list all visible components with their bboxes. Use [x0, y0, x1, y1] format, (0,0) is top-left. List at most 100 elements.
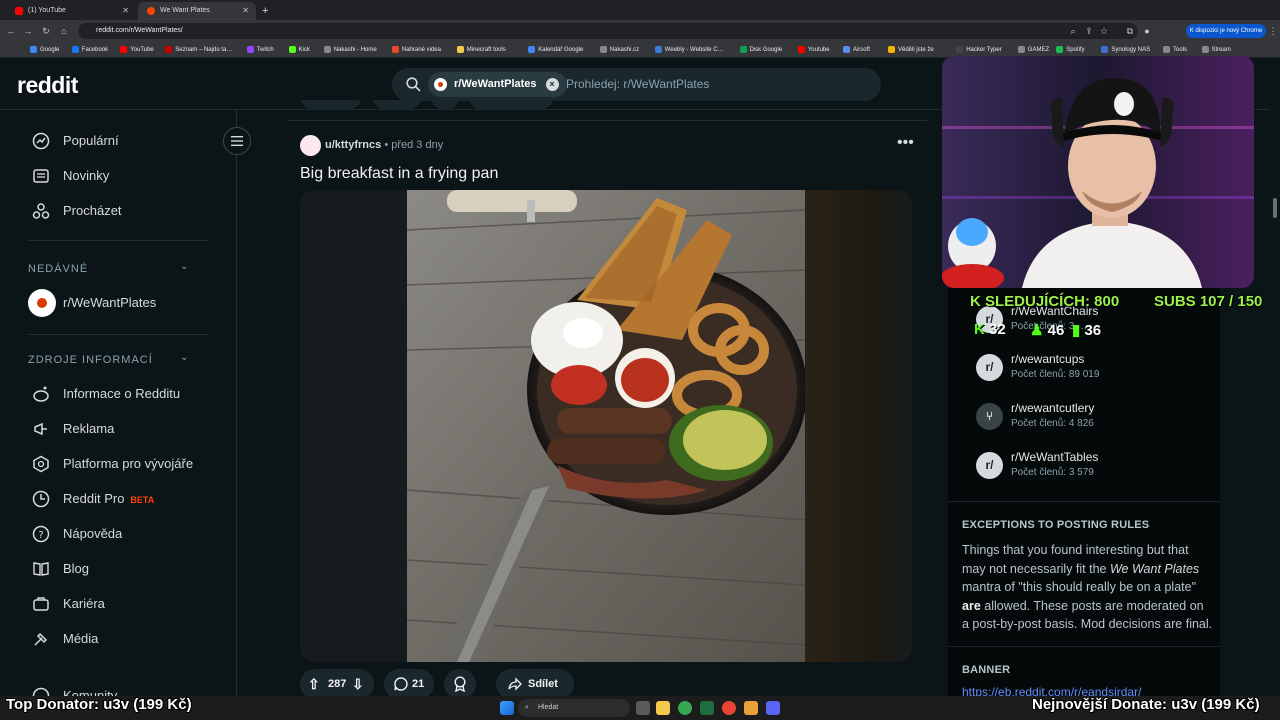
bookmark-label: GAMEZ [1027, 47, 1050, 53]
taskbar-search[interactable]: ⌕ Hledat [518, 699, 630, 717]
subreddit-search-chip[interactable]: r/WeWantPlates × [428, 72, 567, 97]
sidebar-item-label: Populární [63, 133, 119, 148]
bookmark-item[interactable]: Synology NAS [1101, 45, 1150, 55]
sidebar-item-news[interactable]: Novinky [28, 162, 208, 190]
sidebar-item-reddit-pro[interactable]: Reddit Pro BETA [28, 485, 208, 513]
clear-chip-icon[interactable]: × [545, 78, 559, 91]
collapse-sidebar-button[interactable] [223, 127, 251, 155]
bookmark-item[interactable]: Kick [288, 45, 310, 55]
profile-icon[interactable]: ● [1140, 24, 1154, 38]
post-card[interactable]: u/kttyfrncs • před 3 dny ••• Big breakfa… [287, 130, 927, 699]
forward-icon[interactable]: → [21, 24, 35, 38]
bookmark-item[interactable]: Youtube [797, 45, 830, 55]
new-tab-button[interactable]: + [258, 2, 274, 20]
more-options-icon[interactable]: ••• [897, 134, 914, 152]
app-icon[interactable] [744, 701, 758, 715]
bookmark-item[interactable]: Nakashi.cz [599, 45, 639, 55]
bookmark-item[interactable]: YouTube [120, 45, 154, 55]
bookmark-item[interactable]: Seznam – Najdu ta… [165, 45, 232, 55]
rules-text: Things that you found interesting but th… [962, 543, 1213, 631]
sidebar-item-popular[interactable]: Populární [28, 127, 208, 155]
sidebar-item-recent-wewantplates[interactable]: r/WeWantPlates [28, 289, 208, 317]
bookmark-item[interactable]: Google [30, 45, 59, 55]
reddit-logo[interactable]: reddit [17, 72, 78, 99]
latest-donate-ticker: Nejnovější Donate: u3v (199 Kč) [1032, 696, 1260, 713]
zoom-icon[interactable]: ⌕ [1066, 24, 1080, 38]
post-title[interactable]: Big breakfast in a frying pan [300, 165, 498, 183]
menu-dots-icon[interactable]: ⋮ [1266, 24, 1280, 38]
upvote-icon[interactable]: ⇧ [308, 669, 320, 699]
bookmark-item[interactable]: Minecraft tools [456, 45, 506, 55]
bookmark-item[interactable]: Disk Google [739, 45, 782, 55]
post-meta: u/kttyfrncs • před 3 dny [325, 139, 443, 151]
post-media[interactable] [300, 190, 912, 662]
resources-section-header[interactable]: ZDROJE INFORMACÍ [28, 354, 153, 366]
sidebar-item-advertise[interactable]: Reklama [28, 415, 208, 443]
bookmark-item[interactable]: Hacker Typer [956, 45, 1002, 55]
sidebar-item-label: Média [63, 631, 99, 646]
chevron-down-icon[interactable]: ⌄ [180, 352, 188, 363]
page-scrollbar[interactable] [1270, 58, 1280, 696]
downvote-icon[interactable]: ⇩ [352, 669, 364, 699]
kick-icon: K [974, 321, 985, 338]
bookmark-star-icon[interactable]: ☆ [1097, 24, 1111, 38]
bookmark-item[interactable]: Nahrané videa [391, 45, 441, 55]
reload-icon[interactable]: ↻ [39, 24, 53, 38]
comments-button[interactable]: 21 [384, 669, 434, 699]
post-author[interactable]: u/kttyfrncs [325, 139, 381, 151]
chrome-update-badge[interactable]: K dispozici je nový Chrome [1186, 24, 1266, 38]
recent-section-header[interactable]: NEDÁVNÉ [28, 263, 88, 275]
share-icon[interactable]: ⇪ [1082, 24, 1096, 38]
address-bar[interactable]: reddit.com/r/WeWantPlates/ [78, 23, 1138, 39]
search-bar[interactable]: r/WeWantPlates × Prohledej: r/WeWantPlat… [392, 68, 881, 101]
windows-start-icon[interactable] [500, 701, 514, 715]
bookmark-item[interactable]: Kalendář Google [528, 45, 583, 55]
sidebar-item-communities[interactable]: Komunity [28, 682, 208, 696]
sidebar-divider [28, 240, 208, 241]
sidebar-item-blog[interactable]: Blog [28, 555, 208, 583]
bookmark-label: Nakashi - Home [333, 47, 377, 53]
task-view-icon[interactable] [636, 701, 650, 715]
discord-icon[interactable] [766, 701, 780, 715]
sidebar-item-careers[interactable]: Kariéra [28, 590, 208, 618]
bookmark-label: Synology NAS [1111, 47, 1151, 53]
excel-icon[interactable] [700, 701, 714, 715]
bookmark-item[interactable]: GAMEZ [1017, 45, 1050, 55]
bookmark-item[interactable]: Weebly - Website C… [654, 45, 724, 55]
chevron-down-icon[interactable]: ⌄ [180, 261, 188, 272]
explore-icon [32, 203, 50, 219]
user-avatar[interactable] [300, 135, 321, 156]
scroll-thumb[interactable] [1273, 198, 1277, 218]
tab-youtube[interactable]: (1) YouTube ✕ [6, 2, 136, 20]
chip-label: r/WeWantPlates [454, 78, 537, 90]
close-tab-icon[interactable]: ✕ [122, 2, 129, 20]
bookmark-item[interactable]: Nakashi - Home [323, 45, 377, 55]
file-explorer-icon[interactable] [656, 701, 670, 715]
award-button[interactable] [444, 669, 476, 699]
back-icon[interactable]: ← [4, 24, 18, 38]
bookmark-item[interactable]: Facebook [71, 45, 109, 55]
sidebar-item-developer-platform[interactable]: Platforma pro vývojáře [28, 450, 208, 478]
sidebar-item-help[interactable]: ? Nápověda [28, 520, 208, 548]
sidebar-item-about-reddit[interactable]: Informace o Redditu [28, 380, 208, 408]
chrome-alt-icon[interactable] [722, 701, 736, 715]
bookmark-item[interactable]: Twitch [246, 45, 274, 55]
bookmark-item[interactable]: Tools [1163, 45, 1187, 55]
close-tab-icon[interactable]: ✕ [242, 2, 249, 20]
bookmark-label: Facebook [81, 47, 109, 53]
share-button[interactable]: Sdílet [496, 669, 574, 699]
community-members: Počet členů: 89 019 [1011, 369, 1100, 380]
home-icon[interactable]: ⌂ [57, 24, 71, 38]
sidebar-item-media[interactable]: Média [28, 625, 208, 653]
bookmark-item[interactable]: Airsoft [842, 45, 870, 55]
bookmark-item[interactable]: Spotify [1056, 45, 1085, 55]
chrome-icon[interactable] [678, 701, 692, 715]
tab-we-want-plates[interactable]: We Want Plates ✕ [138, 2, 256, 20]
rules-header: EXCEPTIONS TO POSTING RULES [962, 519, 1150, 531]
sidebar-item-explore[interactable]: Procházet [28, 197, 208, 225]
update-badge-label: K dispozici je nový Chrome [1189, 28, 1263, 34]
bookmark-item[interactable]: Stream [1201, 45, 1231, 55]
extensions-icon[interactable]: ⧉ [1123, 24, 1137, 38]
bookmark-item[interactable]: Věděli jste že [888, 45, 934, 55]
community-members: Počet členů: 4 826 [1011, 418, 1094, 429]
